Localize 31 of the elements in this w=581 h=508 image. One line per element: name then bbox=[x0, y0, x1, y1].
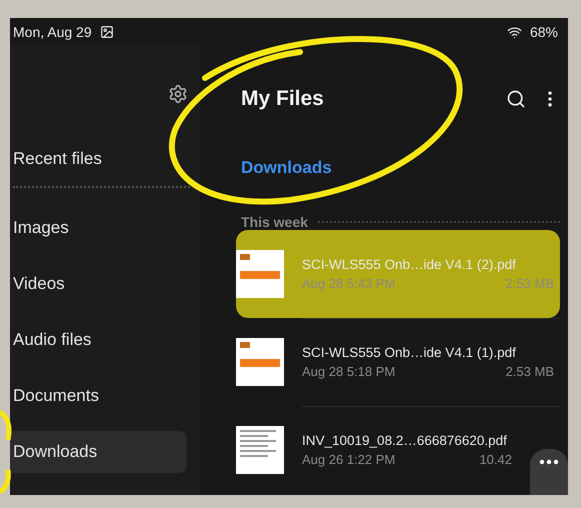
file-size: 10.42 bbox=[479, 452, 512, 467]
file-size: 2.53 MB bbox=[506, 276, 554, 290]
file-row[interactable]: INV_10019_08.2…666876620.pdf Aug 26 1:22 PM 10.42 bbox=[236, 406, 518, 494]
file-size: 2.53 MB bbox=[506, 364, 554, 378]
file-name: SCI-WLS555 Onb…ide V4.1 (1).pdf bbox=[302, 344, 517, 360]
file-name: INV_10019_08.2…666876620.pdf bbox=[302, 433, 508, 448]
sidebar-item[interactable]: Videos bbox=[10, 263, 187, 305]
status-date: Mon, Aug 29 bbox=[13, 24, 92, 40]
sidebar-item[interactable]: Recent files bbox=[10, 138, 187, 180]
battery-percent: 68% bbox=[530, 24, 558, 40]
document-thumbnail bbox=[236, 426, 284, 474]
sidebar-item[interactable]: Downloads bbox=[10, 431, 187, 473]
settings-icon[interactable] bbox=[168, 84, 188, 104]
sidebar-item[interactable]: Documents bbox=[10, 375, 187, 417]
sidebar-item[interactable]: Audio files bbox=[10, 319, 187, 361]
document-thumbnail bbox=[236, 250, 284, 298]
sidebar-item[interactable]: Images bbox=[10, 207, 187, 249]
file-date: Aug 28 5:43 PM bbox=[302, 276, 396, 290]
file-date: Aug 26 1:22 PM bbox=[302, 452, 396, 467]
section-heading: This week bbox=[241, 214, 308, 230]
document-thumbnail bbox=[236, 338, 284, 386]
wifi-icon bbox=[506, 24, 522, 40]
image-icon bbox=[100, 25, 114, 39]
page-title: My Files bbox=[241, 87, 325, 111]
more-actions-button[interactable] bbox=[530, 449, 568, 495]
file-row[interactable]: SCI-WLS555 Onb…ide V4.1 (1).pdf Aug 28 5:18 PM 2.53 MB bbox=[236, 318, 560, 406]
breadcrumb-link[interactable]: Downloads bbox=[241, 158, 560, 178]
dots-icon bbox=[539, 459, 559, 465]
file-name: SCI-WLS555 Onb…ide V4.1 (2).pdf bbox=[302, 256, 517, 272]
file-date: Aug 28 5:18 PM bbox=[302, 364, 396, 378]
search-icon[interactable] bbox=[506, 89, 526, 109]
